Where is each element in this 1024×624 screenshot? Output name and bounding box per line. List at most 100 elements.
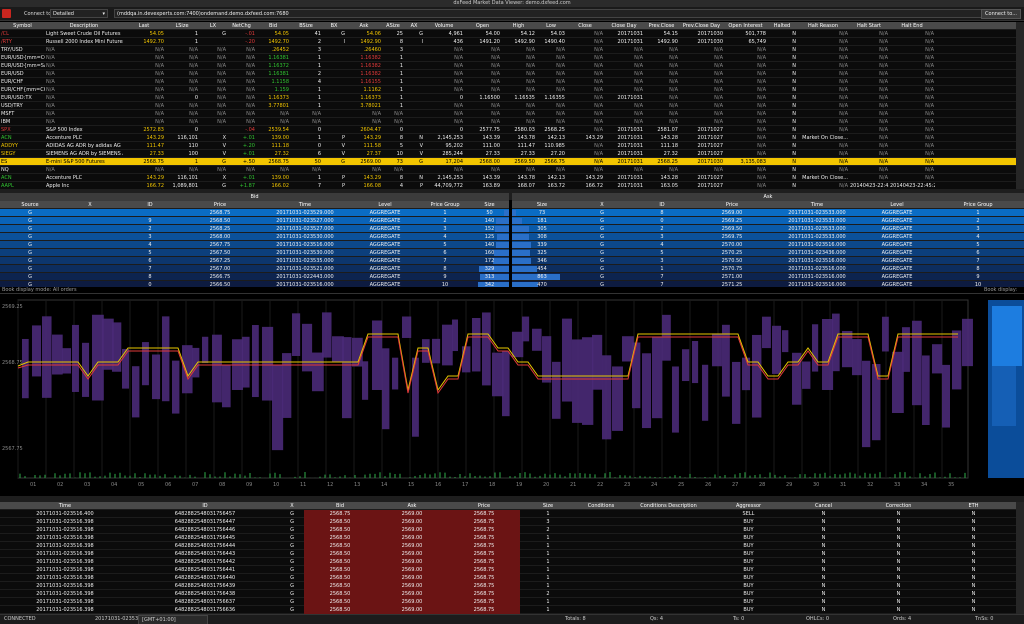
quote-row[interactable]: EUR/CHF N/A N/A N/A N/A N/A 1.1158 4 1.16155 1 N/A… <box>0 78 1016 86</box>
column-header[interactable]: Ask <box>376 502 448 510</box>
column-header[interactable]: Prev.Close <box>644 22 679 30</box>
sales-row[interactable]: 20171031-023516.398 6482882548031756443 G 2… <box>0 550 1016 558</box>
column-header[interactable]: Description <box>45 22 123 30</box>
quote-row[interactable]: NQ N/A N/A N/A N/A N/A N/A N/A N/A N/A N/A N/A N/A N/… <box>0 166 1016 174</box>
column-header[interactable]: Last <box>123 22 165 30</box>
sales-row[interactable]: 20171031-023516.400 6482882548031756457 G 2… <box>0 510 1016 518</box>
ask-book-row[interactable]: 73 G 8 2569.00 20171031-023533.000 AGGREGATE 1 <box>512 209 1024 217</box>
column-header[interactable]: Price Group <box>932 201 1024 209</box>
quote-row[interactable]: AAPL Apple Inc 166.72 1,089,801 G +1.87 166.02… <box>0 182 1016 189</box>
connect-mode-select[interactable]: Detailed ▾ <box>50 9 108 18</box>
ask-book-row[interactable]: 346 G 3 2570.50 20171031-023516.000 AGGREGATE… <box>512 257 1024 265</box>
column-header[interactable]: BSize <box>290 22 322 30</box>
sales-row[interactable]: 20171031-023516.398 6482882548031756438 G 2… <box>0 590 1016 598</box>
column-header[interactable]: Cancel <box>786 502 861 510</box>
column-header[interactable]: Price <box>448 502 520 510</box>
sales-row[interactable]: 20171031-023516.398 6482882548031756444 G 2… <box>0 542 1016 550</box>
column-header[interactable]: Bid <box>304 502 376 510</box>
column-header[interactable]: Size <box>470 201 509 209</box>
column-header[interactable]: Bid <box>256 22 290 30</box>
timezone-select[interactable]: [GMT+01:00] Europe/Berlin <box>138 615 208 624</box>
quote-row[interactable]: EUR/USD:TX N/A N/A 0 N/A N/A 1.16373 1 1.16373 1 0… <box>0 94 1016 102</box>
column-header[interactable]: ETH <box>936 502 1011 510</box>
column-header[interactable]: Low <box>536 22 566 30</box>
quote-row[interactable]: ACN Accenture PLC 143.29 116,101 X +.01 139.00… <box>0 134 1016 142</box>
column-header[interactable]: Ask <box>346 22 382 30</box>
column-header[interactable]: ID <box>130 502 280 510</box>
column-header[interactable]: X <box>572 201 632 209</box>
quote-row[interactable]: ACN Accenture PLC 143.29 116,101 X +.01 139.00… <box>0 174 1016 182</box>
ask-book-row[interactable]: 454 G 1 2570.75 20171031-023516.000 AGGREGATE… <box>512 265 1024 273</box>
ask-book-row[interactable]: 863 G 7 2571.00 20171031-023516.000 AGGREGATE… <box>512 273 1024 281</box>
column-header[interactable]: Open Interest <box>724 22 767 30</box>
quote-row[interactable]: TRY/USD N/A N/A N/A N/A N/A .26452 3 .26460 3 N/A N… <box>0 46 1016 54</box>
bid-book-row[interactable]: G 4 2567.75 20171031-023516.000 AGGREGATE 5 14… <box>0 241 509 249</box>
ask-book-row[interactable]: 308 G 3 2569.75 20171031-023533.000 AGGREGATE… <box>512 233 1024 241</box>
bid-book-row[interactable]: G 9 2568.50 20171031-023527.000 AGGREGATE 2 14… <box>0 217 509 225</box>
column-header[interactable]: BX <box>322 22 346 30</box>
sales-row[interactable]: 20171031-023516.398 6482882548031756442 G 2… <box>0 558 1016 566</box>
bid-book-row[interactable]: G 5 2567.50 20171031-023530.000 AGGREGATE 6 16… <box>0 249 509 257</box>
column-header[interactable]: Time <box>260 201 350 209</box>
column-header[interactable]: Halt Start <box>849 22 889 30</box>
bid-book-row[interactable]: G 7 2567.00 20171031-023521.000 AGGREGATE 8 32… <box>0 265 509 273</box>
column-header[interactable]: Halted <box>767 22 797 30</box>
ask-book-row[interactable]: 325 G 5 2570.25 20171031-023436.000 AGGREGATE… <box>512 249 1024 257</box>
column-header[interactable]: High <box>501 22 536 30</box>
column-header[interactable]: Price <box>692 201 772 209</box>
quote-row[interactable]: EUR/USD{mm=COMP}N/AN/AN/AN/AN/A1.1638111… <box>0 54 1016 62</box>
sales-row[interactable]: 20171031-023516.398 6482882548031756440 G 2… <box>0 574 1016 582</box>
column-header[interactable]: Conditions <box>576 502 626 510</box>
column-header[interactable]: Prev.Close Day <box>679 22 724 30</box>
column-header[interactable]: X <box>280 502 304 510</box>
column-header[interactable]: Time <box>772 201 862 209</box>
column-header[interactable]: AX <box>404 22 424 30</box>
column-header[interactable]: NetChg <box>227 22 256 30</box>
column-header[interactable]: Close <box>566 22 604 30</box>
ask-book-row[interactable]: 305 G 2 2569.50 20171031-023533.000 AGGREGATE… <box>512 225 1024 233</box>
column-header[interactable]: Aggressor <box>711 502 786 510</box>
connection-url-field[interactable]: (mddqa.in.devexperts.com:7400)ondemand.d… <box>114 9 987 18</box>
column-header[interactable]: Level <box>350 201 420 209</box>
column-header[interactable]: Symbol <box>0 22 45 30</box>
quote-row[interactable]: IBM N/A N/A N/A N/A N/A N/A N/A N/A N/A N/A N/A N/A N… <box>0 118 1016 126</box>
bid-book-row[interactable]: G 6 2567.25 20171031-023535.000 AGGREGATE 7 17… <box>0 257 509 265</box>
column-header[interactable]: Halt End <box>889 22 935 30</box>
quote-row[interactable]: EUR/USD{mm=SAXO}N/AN/AN/AN/AN/A1.1637211… <box>0 62 1016 70</box>
quote-row[interactable]: SPX S&P 500 Index 2572.83 0 -.04 2539.54 0 2604… <box>0 126 1016 134</box>
column-header[interactable]: Conditions Description <box>626 502 711 510</box>
price-chart[interactable]: 2569.25 2568.75 2567.75 01 02 03 04 05 06 07 08 09 1… <box>0 293 1024 496</box>
column-header[interactable]: Correction <box>861 502 936 510</box>
column-header[interactable]: Halt Reason <box>797 22 849 30</box>
bid-book-row[interactable]: G 2 2568.25 20171031-023527.000 AGGREGATE 3 15… <box>0 225 509 233</box>
quote-row[interactable]: ES E-mini S&P 500 Futures 2568.75 1 G +.50 256… <box>0 158 1016 166</box>
quote-row[interactable]: MSFT N/A N/A N/A N/A N/A N/A N/A N/A N/A N/A N/A N/A… <box>0 110 1016 118</box>
sales-row[interactable]: 20171031-023516.398 6482882548031756441 G 2… <box>0 566 1016 574</box>
bid-book-row[interactable]: G 8 2566.75 20171031-022443.000 AGGREGATE 9 31… <box>0 273 509 281</box>
sales-row[interactable]: 20171031-023516.398 6482882548031756445 G 2… <box>0 534 1016 542</box>
quote-row[interactable]: ADDYY ADIDAS AG ADR by adidas AG 111.47 110… <box>0 142 1016 150</box>
column-header[interactable]: Open <box>464 22 501 30</box>
quote-row[interactable]: /RTY Russell 2000 Index Mini Futures - IC… <box>0 38 1016 46</box>
column-header[interactable]: Volume <box>424 22 464 30</box>
sales-row[interactable]: 20171031-023516.398 6482882548031756447 G 2… <box>0 518 1016 526</box>
quote-row[interactable]: /CL Light Sweet Crude Oil Futures 54.05 1 G -… <box>0 30 1016 38</box>
column-header[interactable]: Size <box>512 201 572 209</box>
connect-button[interactable]: Connect to... <box>981 9 1021 19</box>
column-header[interactable]: Price Group <box>420 201 470 209</box>
column-header[interactable]: X <box>60 201 120 209</box>
column-header[interactable]: Level <box>862 201 932 209</box>
ask-book-row[interactable]: 470 G 7 2571.25 20171031-023516.000 AGGREGATE… <box>512 281 1024 287</box>
time-and-sales-scrollbar[interactable] <box>1016 502 1024 614</box>
quote-row[interactable]: EUR/CHF{mm=COMP}N/AN/AN/AN/AN/A1.15911.1… <box>0 86 1016 94</box>
bid-book-row[interactable]: G 3 2568.00 20171031-023530.000 AGGREGATE 4 12… <box>0 233 509 241</box>
bid-book-row[interactable]: G 2568.75 20171031-023529.000 AGGREGATE 1 50 <box>0 209 509 217</box>
column-header[interactable]: Source <box>0 201 60 209</box>
column-header[interactable]: Price <box>180 201 260 209</box>
column-header[interactable]: Close Day <box>604 22 644 30</box>
column-header[interactable]: LSize <box>165 22 199 30</box>
sales-row[interactable]: 20171031-023516.398 6482882548031756446 G 2… <box>0 526 1016 534</box>
column-header[interactable]: Size <box>520 502 576 510</box>
sales-row[interactable]: 20171031-023516.398 6482882548031756439 G 2… <box>0 582 1016 590</box>
column-header[interactable]: ID <box>632 201 692 209</box>
